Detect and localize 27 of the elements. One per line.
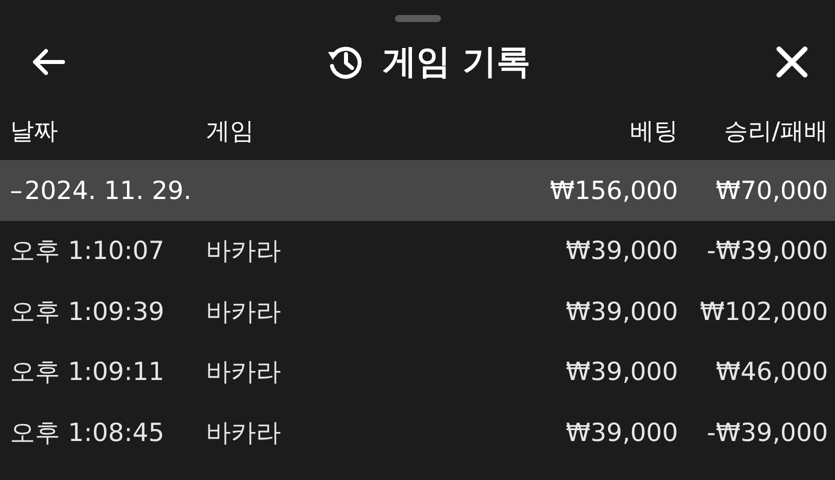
table-cell-text: ₩39,000 [564, 236, 678, 266]
table-cell-text: ₩39,000 [564, 418, 678, 447]
column-header: 날짜 [10, 116, 59, 147]
date-group-row[interactable]: –2024. 11. 29. ₩156,000 ₩70,000 [0, 160, 835, 220]
column-header: 베팅 [629, 116, 678, 147]
window-title: 게임 기록 [382, 41, 530, 84]
table-cell-text: -₩39,000 [706, 236, 828, 266]
table-cell-text: 오후 1:09:39 [10, 296, 166, 328]
column-header: 승리/패배 [722, 116, 828, 147]
table-cell-text: ₩102,000 [698, 296, 828, 326]
table-cell-text: 바카라 [206, 296, 282, 328]
table-cell-text: 바카라 [206, 235, 282, 268]
table-cell-text: ₩39,000 [564, 357, 678, 386]
table-cell-text: ₩156,000 [548, 176, 678, 205]
table-cell-text: 오후 1:09:11 [10, 356, 166, 388]
table-cell-text: 바카라 [206, 356, 282, 388]
table-cell-text: 오후 1:08:45 [10, 416, 166, 449]
table-cell-text: ₩70,000 [714, 176, 828, 205]
table-cell-text: 바카라 [206, 416, 282, 449]
table-cell-text: 오후 1:10:07 [10, 235, 166, 268]
table-cell-text: ₩46,000 [714, 357, 828, 386]
table-cell-text: ₩39,000 [564, 296, 678, 326]
table-cell-text: -₩39,000 [706, 418, 828, 447]
collapse-toggle[interactable]: – [10, 176, 22, 205]
column-header: 게임 [206, 116, 255, 147]
drag-handle[interactable] [394, 15, 440, 22]
date-label: 2024. 11. 29. [24, 176, 192, 205]
